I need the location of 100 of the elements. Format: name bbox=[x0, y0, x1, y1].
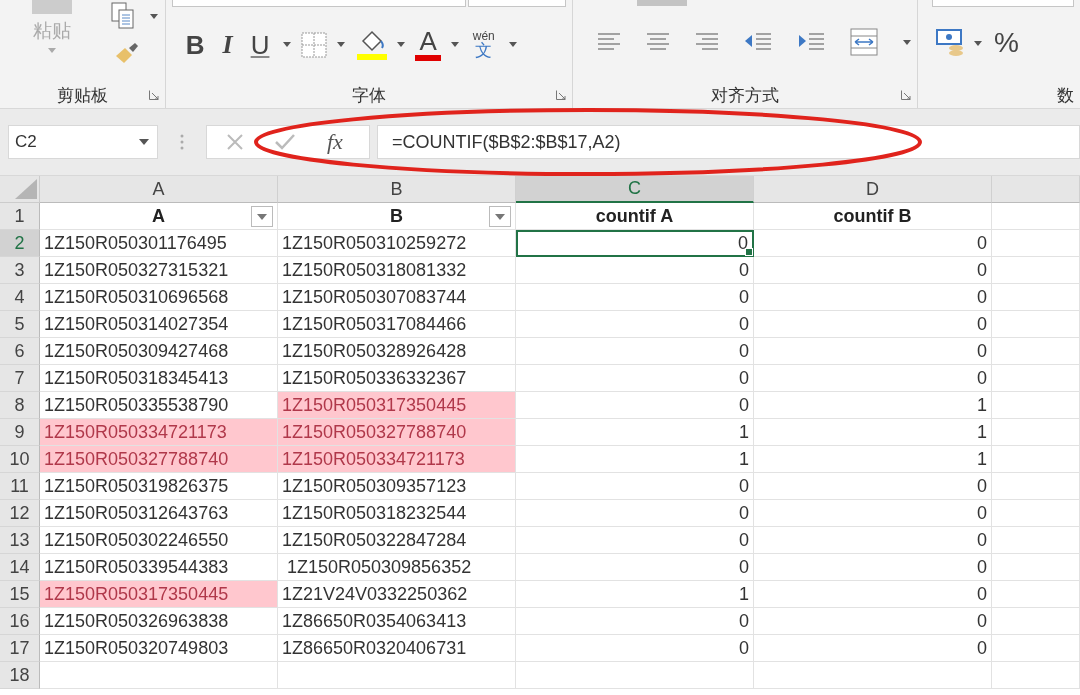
row-header[interactable]: 12 bbox=[0, 500, 40, 527]
bold-button[interactable]: B bbox=[181, 31, 209, 58]
row-header[interactable]: 4 bbox=[0, 284, 40, 311]
caret-icon[interactable] bbox=[450, 42, 459, 47]
table-cell: 0 bbox=[516, 257, 754, 284]
insert-function-button[interactable]: fx bbox=[327, 129, 343, 155]
table-cell: 0 bbox=[754, 500, 992, 527]
caret-icon[interactable] bbox=[283, 42, 292, 47]
dialog-launcher-icon[interactable] bbox=[901, 90, 911, 100]
phonetic-guide-button[interactable]: wén 文 bbox=[468, 30, 499, 59]
name-box[interactable]: C2 bbox=[8, 125, 158, 159]
caret-icon[interactable] bbox=[150, 13, 158, 19]
row-header[interactable]: 16 bbox=[0, 608, 40, 635]
table-cell: 0 bbox=[754, 473, 992, 500]
table-cell: 1 bbox=[754, 419, 992, 446]
table-cell: 0 bbox=[516, 338, 754, 365]
increase-indent-icon[interactable] bbox=[797, 31, 825, 53]
table-cell: 1Z150R050317084466 bbox=[278, 311, 516, 338]
dialog-launcher-icon[interactable] bbox=[148, 90, 159, 100]
table-cell: 1Z150R050328926428 bbox=[278, 338, 516, 365]
drag-handle-icon[interactable] bbox=[180, 134, 184, 150]
table-cell: 1Z150R050317350445 bbox=[278, 392, 516, 419]
table-cell: 1Z150R050319826375 bbox=[40, 473, 278, 500]
table-cell: 1 bbox=[516, 581, 754, 608]
group-label: 数 bbox=[1057, 83, 1074, 107]
row-header[interactable]: 14 bbox=[0, 554, 40, 581]
row-header[interactable]: 9 bbox=[0, 419, 40, 446]
formula-field[interactable]: =COUNTIF($B$2:$B$17,A2) bbox=[377, 125, 1080, 159]
column-header[interactable]: B bbox=[278, 176, 516, 203]
wrap-text-icon[interactable] bbox=[850, 28, 878, 56]
table-cell: 0 bbox=[516, 284, 754, 311]
table-cell: 0 bbox=[754, 338, 992, 365]
underline-button[interactable]: U bbox=[246, 31, 274, 58]
currency-icon[interactable] bbox=[936, 28, 966, 58]
row-header[interactable]: 7 bbox=[0, 365, 40, 392]
table-cell: 0 bbox=[516, 392, 754, 419]
row-header[interactable]: 1 bbox=[0, 203, 40, 230]
group-label: 剪贴板 bbox=[56, 83, 108, 107]
table-cell: 1 bbox=[754, 392, 992, 419]
row-header[interactable]: 8 bbox=[0, 392, 40, 419]
table-cell: 1Z150R050312643763 bbox=[40, 500, 278, 527]
format-painter-icon[interactable] bbox=[114, 42, 140, 64]
row-header[interactable]: 13 bbox=[0, 527, 40, 554]
caret-icon[interactable] bbox=[903, 39, 911, 45]
table-cell: 1Z150R050310696568 bbox=[40, 284, 278, 311]
table-cell: 1 bbox=[516, 446, 754, 473]
align-left-icon[interactable] bbox=[597, 32, 621, 52]
table-cell: 1 bbox=[516, 419, 754, 446]
enter-check-icon[interactable] bbox=[275, 134, 295, 150]
column-header[interactable]: D bbox=[754, 176, 992, 203]
filter-dropdown-button[interactable] bbox=[251, 206, 273, 227]
table-cell: 1Z150R050302246550 bbox=[40, 527, 278, 554]
table-cell: 0 bbox=[516, 230, 754, 257]
table-cell: 1Z150R050322847284 bbox=[278, 527, 516, 554]
table-cell: 0 bbox=[516, 527, 754, 554]
table-cell: 0 bbox=[516, 473, 754, 500]
percent-style-button[interactable]: % bbox=[990, 29, 1023, 57]
table-cell: 1Z150R050301176495 bbox=[40, 230, 278, 257]
row-header[interactable]: 18 bbox=[0, 662, 40, 689]
copy-icon[interactable] bbox=[110, 2, 136, 30]
row-header[interactable]: 10 bbox=[0, 446, 40, 473]
row-header[interactable]: 2 bbox=[0, 230, 40, 257]
table-cell: 1Z150R050327788740 bbox=[40, 446, 278, 473]
table-cell: 0 bbox=[754, 554, 992, 581]
table-cell: 1Z86650R0354063413 bbox=[278, 608, 516, 635]
table-cell: 0 bbox=[516, 311, 754, 338]
table-cell: 1Z150R050318232544 bbox=[278, 500, 516, 527]
table-cell: 1Z86650R0320406731 bbox=[278, 635, 516, 662]
table-cell: 1Z150R050327788740 bbox=[278, 419, 516, 446]
column-header[interactable]: A bbox=[40, 176, 278, 203]
row-header[interactable]: 5 bbox=[0, 311, 40, 338]
table-cell: 0 bbox=[754, 257, 992, 284]
caret-icon[interactable] bbox=[397, 42, 406, 47]
caret-icon[interactable] bbox=[508, 42, 517, 47]
italic-button[interactable]: I bbox=[218, 31, 237, 58]
row-header[interactable]: 15 bbox=[0, 581, 40, 608]
table-cell: 1Z150R050318345413 bbox=[40, 365, 278, 392]
fill-color-icon[interactable] bbox=[355, 28, 388, 61]
table-cell: 1 bbox=[754, 446, 992, 473]
dialog-launcher-icon[interactable] bbox=[556, 90, 566, 100]
align-right-icon[interactable] bbox=[695, 32, 719, 52]
row-header[interactable]: 11 bbox=[0, 473, 40, 500]
table-cell: 0 bbox=[516, 635, 754, 662]
table-cell: 0 bbox=[754, 311, 992, 338]
align-center-icon[interactable] bbox=[646, 32, 670, 52]
column-title: countif B bbox=[833, 205, 912, 227]
decrease-indent-icon[interactable] bbox=[744, 31, 772, 53]
row-header[interactable]: 6 bbox=[0, 338, 40, 365]
filter-dropdown-button[interactable] bbox=[489, 206, 511, 227]
caret-icon[interactable] bbox=[337, 42, 346, 47]
caret-icon bbox=[495, 213, 505, 220]
table-cell: 1Z150R050314027354 bbox=[40, 311, 278, 338]
column-header[interactable]: C bbox=[516, 176, 754, 203]
font-color-button[interactable]: A bbox=[415, 28, 441, 61]
table-cell: 0 bbox=[516, 608, 754, 635]
column-title: A bbox=[152, 205, 165, 227]
row-header[interactable]: 3 bbox=[0, 257, 40, 284]
table-cell: 1Z150R050334721173 bbox=[278, 446, 516, 473]
caret-icon[interactable] bbox=[974, 40, 982, 46]
row-header[interactable]: 17 bbox=[0, 635, 40, 662]
